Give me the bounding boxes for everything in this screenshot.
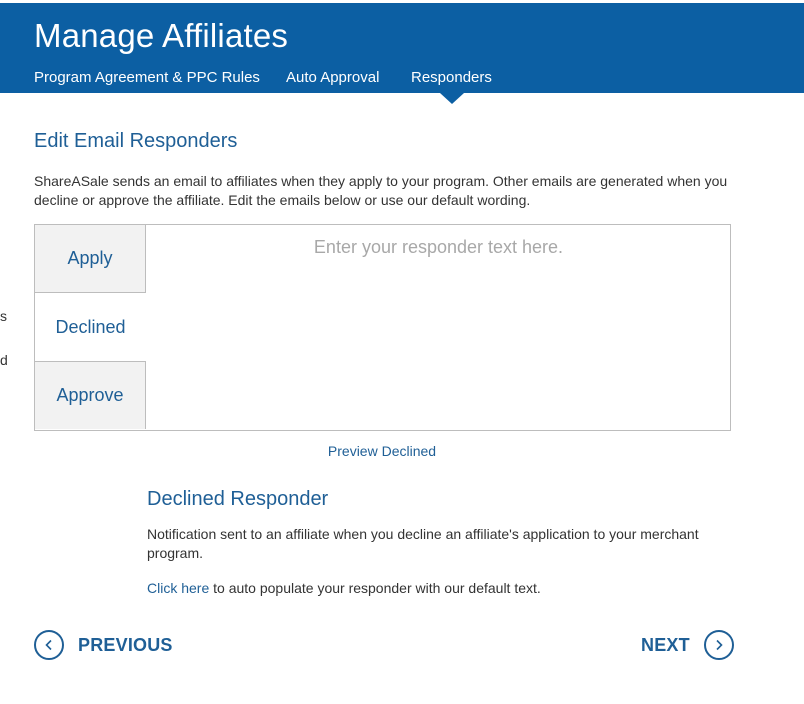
next-label: NEXT [641, 634, 690, 655]
left-edge-fragment: s [0, 308, 7, 324]
left-edge-fragment: d [0, 352, 8, 368]
page-title: Manage Affiliates [34, 17, 289, 54]
section-intro: ShareASale sends an email to affiliates … [34, 173, 728, 208]
responder-tab-approve[interactable]: Approve [35, 361, 146, 429]
tab-program-agreement[interactable]: Program Agreement & PPC Rules [34, 69, 260, 86]
tab-responders[interactable]: Responders [411, 69, 492, 86]
responder-text-input[interactable] [147, 225, 730, 430]
click-here-link[interactable]: Click here [147, 580, 209, 596]
page-header: Manage Affiliates Program Agreement & PP… [0, 3, 804, 93]
responder-info-description: Notification sent to an affiliate when y… [147, 526, 699, 561]
auto-populate-suffix: to auto populate your responder with our… [209, 580, 541, 596]
auto-populate-text: Click here to auto populate your respond… [147, 580, 541, 596]
responder-editor: Apply Declined Approve [34, 224, 731, 431]
section-title: Edit Email Responders [34, 130, 238, 152]
responder-info-title: Declined Responder [147, 488, 329, 510]
active-tab-indicator [440, 93, 464, 104]
chevron-left-icon [34, 630, 64, 660]
previous-label: PREVIOUS [78, 634, 173, 655]
next-button[interactable]: NEXT [641, 628, 734, 662]
previous-button[interactable]: PREVIOUS [34, 628, 173, 662]
responder-tab-declined[interactable]: Declined [35, 293, 146, 361]
responder-tab-apply[interactable]: Apply [35, 225, 146, 293]
preview-declined-link[interactable]: Preview Declined [0, 443, 764, 459]
chevron-right-icon [703, 630, 734, 660]
tab-auto-approval[interactable]: Auto Approval [286, 69, 379, 86]
